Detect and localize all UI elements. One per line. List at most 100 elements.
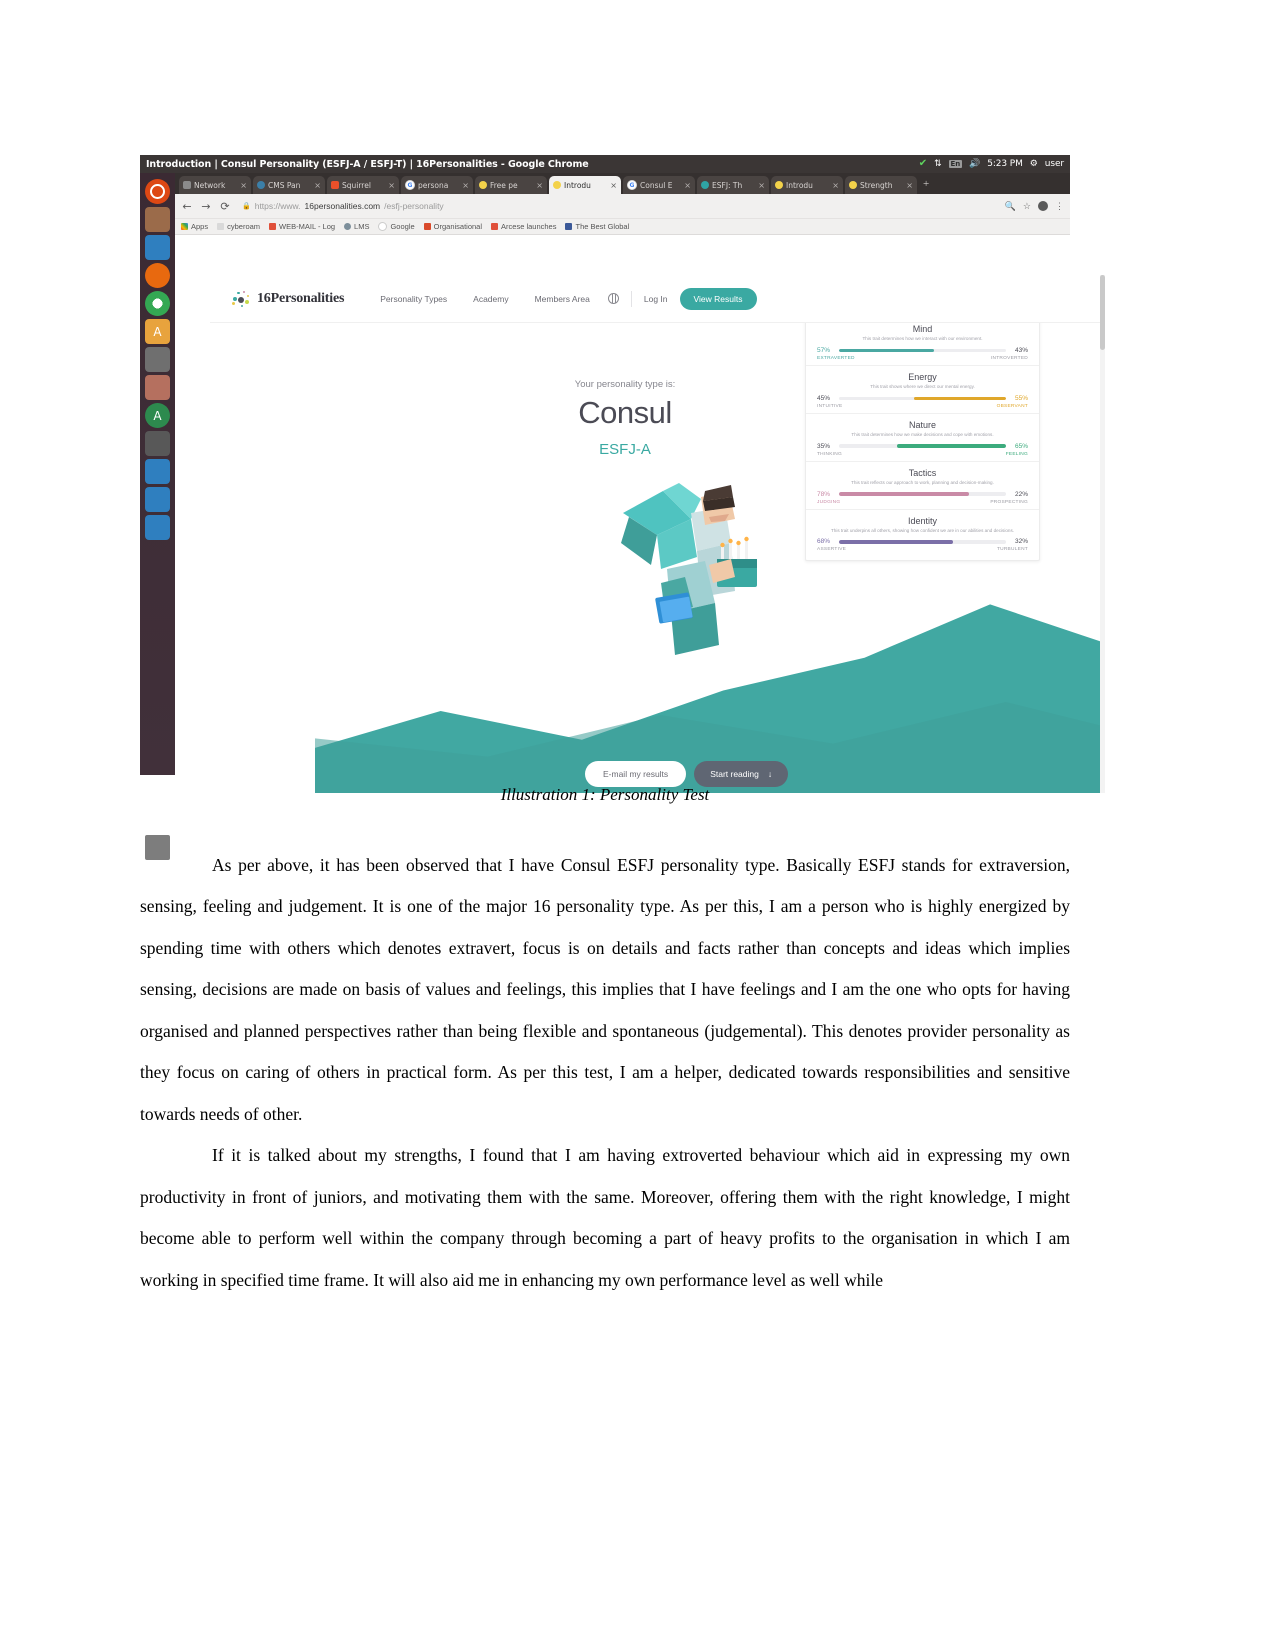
close-icon[interactable]: × — [314, 181, 321, 190]
keyboard-layout-indicator[interactable]: En — [948, 160, 963, 168]
files-icon[interactable] — [145, 207, 170, 232]
back-button[interactable]: ← — [181, 200, 193, 213]
bookmark-organisational[interactable]: Organisational — [423, 222, 482, 231]
trait-energy: Energy This trait shows where we direct … — [806, 364, 1039, 413]
nav-members-area[interactable]: Members Area — [535, 294, 590, 304]
nav-academy[interactable]: Academy — [473, 294, 508, 304]
trait-left-pct: 57% — [817, 346, 831, 354]
bookmark-arcese[interactable]: Arcese launches — [491, 222, 556, 231]
tab-personality-search[interactable]: G persona × — [401, 176, 473, 194]
sync-ok-icon[interactable]: ✔ — [919, 159, 927, 169]
tab-esfj-th[interactable]: ESFJ: Th × — [697, 176, 769, 194]
power-icon[interactable]: ⚙ — [1030, 159, 1038, 169]
avatar[interactable] — [1038, 201, 1048, 211]
bookmark-cyberoam[interactable]: cyberoam — [217, 222, 260, 231]
firefox-icon[interactable] — [145, 263, 170, 288]
close-icon[interactable]: × — [684, 181, 691, 190]
tab-introduction-active[interactable]: Introdu × — [549, 176, 621, 194]
bookmark-apps[interactable]: Apps — [181, 222, 208, 231]
trait-tactics: Tactics This trait reflects our approach… — [806, 460, 1039, 509]
close-icon[interactable]: × — [832, 181, 839, 190]
trait-left-label: EXTRAVERTED — [817, 355, 855, 361]
tab-consul-e[interactable]: G Consul E × — [623, 176, 695, 194]
url-domain: 16personalities.com — [304, 201, 381, 211]
search-icon[interactable]: 🔍 — [1005, 201, 1016, 212]
bookmark-best-global[interactable]: The Best Global — [565, 222, 629, 231]
nav-personality-types[interactable]: Personality Types — [380, 294, 447, 304]
close-icon[interactable]: × — [536, 181, 543, 190]
username-label[interactable]: user — [1045, 159, 1064, 169]
forward-button[interactable]: → — [200, 200, 212, 213]
network-icon[interactable]: ⇅ — [934, 159, 942, 169]
new-tab-button[interactable]: + — [919, 178, 933, 190]
ubuntu-dash-icon[interactable] — [145, 179, 170, 204]
site-logo[interactable]: 16Personalities — [232, 289, 344, 309]
web-page: 16Personalities Personality Types Academ… — [210, 275, 1105, 793]
trait-title: Mind — [912, 324, 933, 334]
close-icon[interactable]: × — [906, 181, 913, 190]
amber-app-icon[interactable]: A — [145, 319, 170, 344]
blue-app-2-icon[interactable] — [145, 487, 170, 512]
tab-network[interactable]: Network × — [179, 176, 251, 194]
volume-icon[interactable]: 🔊 — [969, 159, 980, 169]
blue-app-3-icon[interactable] — [145, 515, 170, 540]
address-bar[interactable]: 🔒 https://www. 16personalities.com/esfj-p… — [238, 199, 998, 214]
page-scrollbar[interactable] — [1100, 275, 1105, 793]
clock[interactable]: 5:23 PM — [987, 159, 1023, 169]
wrench-icon[interactable] — [145, 347, 170, 372]
bookmark-label: Apps — [191, 222, 209, 231]
personality-traits-card: Mind This trait determines how we intera… — [805, 323, 1040, 562]
character-svg — [621, 483, 757, 655]
tab-strengths[interactable]: Strength × — [845, 176, 917, 194]
personality-type-code: ESFJ-A — [599, 441, 651, 458]
trait-right-label: FEELING — [1005, 451, 1028, 457]
trait-labels: EXTRAVERTED INTROVERTED — [817, 356, 1028, 361]
tab-introduction-2[interactable]: Introdu × — [771, 176, 843, 194]
close-icon[interactable]: × — [388, 181, 395, 190]
login-link[interactable]: Log In — [644, 294, 668, 304]
bookmark-star-icon[interactable]: ☆ — [1023, 201, 1031, 212]
trait-left-label: THINKING — [817, 451, 842, 457]
close-icon[interactable]: × — [610, 181, 617, 190]
bookmark-label: Google — [390, 222, 415, 231]
chrome-icon[interactable] — [145, 291, 170, 316]
trait-left-pct: 35% — [817, 442, 831, 450]
trait-labels: INTUITIVE OBSERVANT — [817, 404, 1028, 409]
reload-button[interactable]: ⟳ — [219, 200, 231, 213]
android-studio-icon[interactable]: A — [145, 403, 170, 428]
trait-mind: Mind This trait determines how we intera… — [806, 323, 1039, 365]
trait-nature: Nature This trait determines how we make… — [806, 412, 1039, 461]
view-results-button[interactable]: View Results — [679, 287, 757, 310]
trait-left-pct: 78% — [817, 490, 831, 498]
tab-squirrel[interactable]: Squirrel × — [327, 176, 399, 194]
scrollbar-thumb[interactable] — [1100, 275, 1105, 350]
menu-icon[interactable]: ⋮ — [1055, 201, 1064, 212]
paragraph-1: As per above, it has been observed that … — [140, 855, 1070, 1124]
image-app-icon[interactable] — [145, 375, 170, 400]
trait-labels: THINKING FEELING — [817, 452, 1028, 457]
divider — [630, 290, 632, 307]
unity-launcher[interactable]: A A — [140, 173, 175, 860]
tab-strip: Network × CMS Pan × Squirrel × G persona… — [175, 173, 1070, 194]
close-icon[interactable]: × — [462, 181, 469, 190]
blue-app-1-icon[interactable] — [145, 459, 170, 484]
bookmark-webmail[interactable]: WEB-MAIL - Log — [269, 222, 335, 231]
bookmark-lms[interactable]: LMS — [344, 222, 369, 231]
trait-bar — [839, 540, 1006, 544]
close-icon[interactable]: × — [240, 181, 247, 190]
document-body: As per above, it has been observed that … — [140, 845, 1070, 1301]
tab-free-personality[interactable]: Free pe × — [475, 176, 547, 194]
close-icon[interactable]: × — [758, 181, 765, 190]
tab-cms-panel[interactable]: CMS Pan × — [253, 176, 325, 194]
trait-title: Energy — [908, 371, 937, 382]
bookmark-google[interactable]: Google — [378, 222, 415, 231]
printer-icon[interactable] — [145, 431, 170, 456]
hero-action-buttons: E-mail my results Start reading ↓ — [585, 761, 789, 787]
start-reading-button[interactable]: Start reading ↓ — [694, 761, 789, 787]
tab-label: Free pe — [490, 180, 518, 190]
trait-bar — [839, 444, 1006, 448]
consul-character-illustration — [605, 473, 770, 658]
globe-icon[interactable] — [607, 293, 619, 304]
folder-icon[interactable] — [145, 235, 170, 260]
email-my-results-button[interactable]: E-mail my results — [585, 761, 687, 787]
